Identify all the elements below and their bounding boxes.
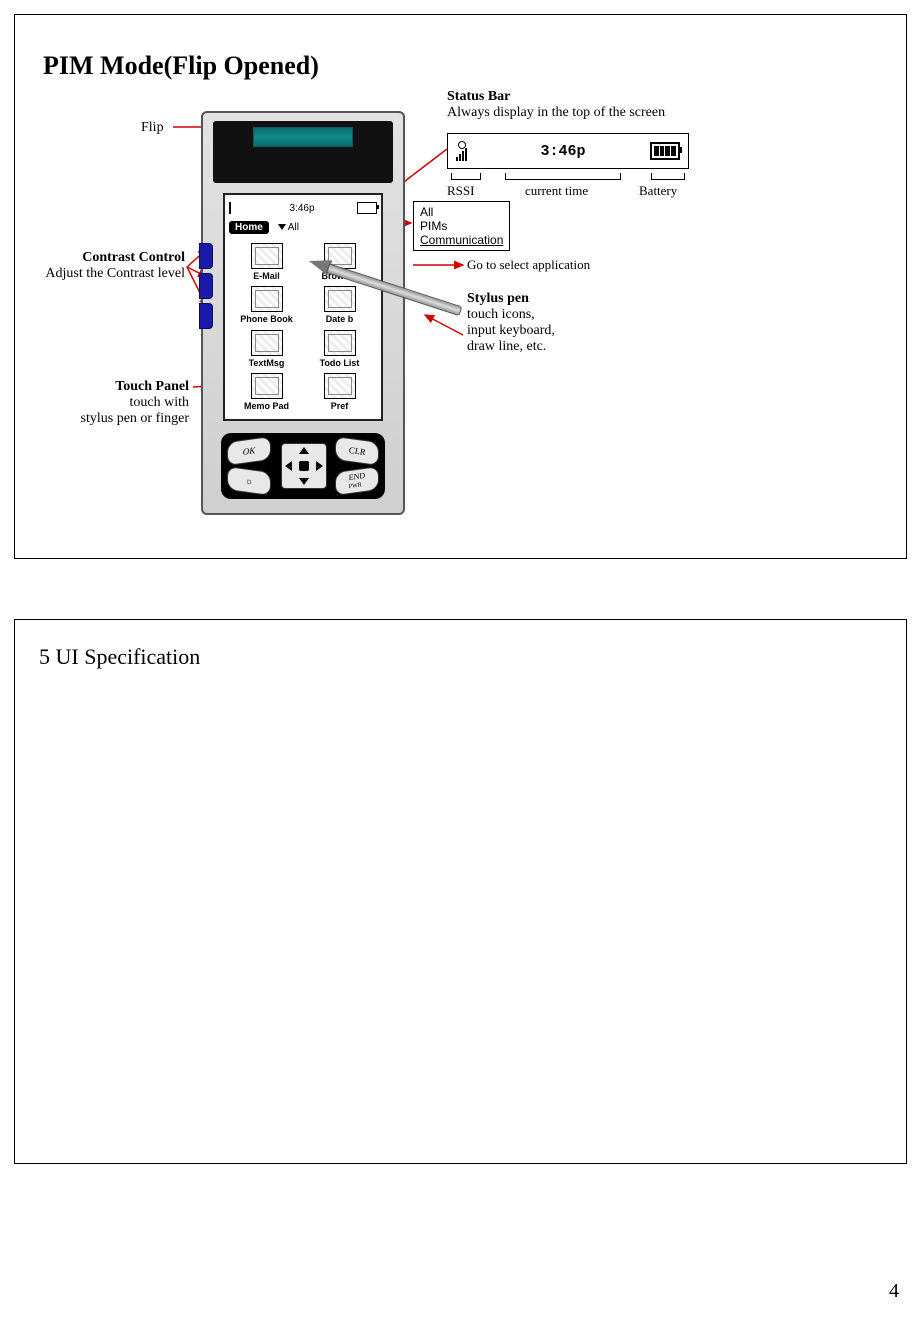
- contrast-callout: Contrast Control Adjust the Contrast lev…: [25, 250, 185, 282]
- app-datebook[interactable]: Date b: [304, 285, 375, 327]
- slide1-title: PIM Mode(Flip Opened): [43, 51, 319, 81]
- device-diagram: 3:46p Home All E-Mail Browser Phone Book…: [201, 111, 405, 515]
- bracket-time: [505, 173, 621, 180]
- stylus-pen-callout: Stylus pen touch icons, input keyboard, …: [467, 291, 555, 355]
- status-time: 3:46p: [540, 143, 585, 160]
- contrast-button-3: [199, 303, 213, 329]
- contrast-button-2: [199, 273, 213, 299]
- dropdown-option-pims[interactable]: PIMs: [420, 219, 503, 233]
- category-dropdown: All PIMs Communication: [413, 201, 510, 251]
- device-touch-panel: 3:46p Home All E-Mail Browser Phone Book…: [223, 193, 383, 421]
- battery-large-icon: [650, 142, 680, 160]
- device-keypad: OK CLR ☼ ENDPWR: [221, 433, 385, 499]
- status-bar-diagram: 3:46p: [447, 133, 689, 169]
- page-number: 4: [889, 1280, 899, 1303]
- triangle-down-icon: [278, 224, 286, 230]
- ok-button[interactable]: OK: [227, 436, 271, 466]
- category-selector-label: All: [288, 222, 299, 233]
- app-memopad[interactable]: Memo Pad: [231, 372, 302, 414]
- goto-select-application-label: Go to select application: [467, 257, 590, 273]
- app-browser[interactable]: Browser: [304, 241, 375, 283]
- app-phonebook[interactable]: Phone Book: [231, 285, 302, 327]
- statusbar-callout: Status Bar Always display in the top of …: [447, 89, 665, 121]
- device-flip-bar: [213, 121, 393, 183]
- dpad[interactable]: [281, 443, 327, 489]
- clr-button[interactable]: CLR: [335, 436, 379, 466]
- bracket-battery: [651, 173, 685, 180]
- home-button[interactable]: Home: [229, 221, 269, 234]
- app-textmsg[interactable]: TextMsg: [231, 328, 302, 370]
- bracket-rssi: [451, 173, 481, 180]
- slide-pim-mode: PIM Mode(Flip Opened): [14, 14, 907, 559]
- rssi-label: RSSI: [447, 183, 474, 199]
- dropdown-option-communication[interactable]: Communication: [420, 233, 503, 247]
- slide2-title: 5 UI Specification: [39, 644, 200, 670]
- dropdown-option-all[interactable]: All: [420, 205, 503, 219]
- app-email[interactable]: E-Mail: [231, 241, 302, 283]
- mini-time: 3:46p: [289, 203, 314, 214]
- category-selector[interactable]: All: [273, 220, 304, 235]
- signal-icon: [229, 202, 247, 214]
- end-pwr-button[interactable]: ENDPWR: [335, 466, 379, 496]
- contrast-button-1: [199, 243, 213, 269]
- current-time-label: current time: [525, 183, 588, 199]
- backlight-button[interactable]: ☼: [227, 466, 271, 496]
- flip-callout: Flip: [141, 120, 164, 136]
- app-todolist[interactable]: Todo List: [304, 328, 375, 370]
- home-row: Home All: [229, 219, 377, 235]
- rssi-icon: [456, 141, 476, 161]
- app-grid: E-Mail Browser Phone Book Date b TextMsg…: [231, 241, 375, 413]
- touch-panel-callout: Touch Panel touch with stylus pen or fin…: [43, 379, 189, 427]
- mini-status-bar: 3:46p: [229, 199, 377, 217]
- battery-icon: [357, 202, 377, 214]
- battery-label: Battery: [639, 183, 677, 199]
- app-pref[interactable]: Pref: [304, 372, 375, 414]
- slide-ui-specification: 5 UI Specification: [14, 619, 907, 1164]
